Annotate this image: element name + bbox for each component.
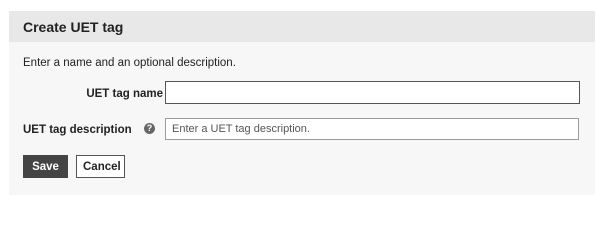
intro-text: Enter a name and an optional description… <box>23 57 236 69</box>
tag-description-label: UET tag description <box>23 124 132 136</box>
panel-title: Create UET tag <box>23 19 124 35</box>
save-button[interactable]: Save <box>23 155 68 178</box>
create-uet-tag-panel: Create UET tag Enter a name and an optio… <box>9 11 595 195</box>
cancel-button[interactable]: Cancel <box>76 155 125 178</box>
tag-name-input[interactable] <box>165 81 580 104</box>
help-icon[interactable]: ? <box>144 123 155 134</box>
panel-header: Create UET tag <box>9 11 595 42</box>
tag-name-label: UET tag name <box>86 88 163 100</box>
tag-description-input[interactable] <box>165 118 579 140</box>
